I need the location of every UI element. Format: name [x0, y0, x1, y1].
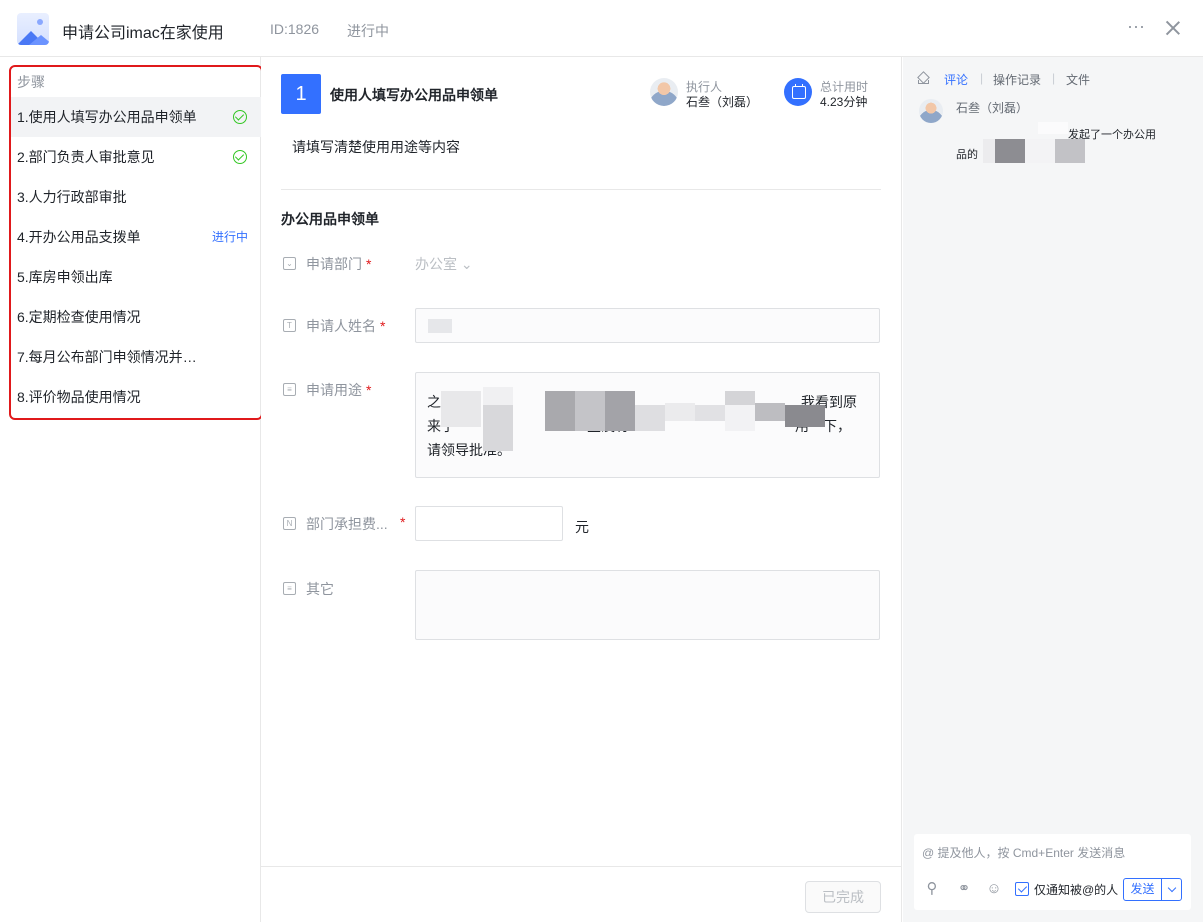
calendar-icon: [784, 78, 812, 106]
check-circle-icon: [233, 110, 247, 124]
tab-files[interactable]: 文件: [1066, 71, 1090, 88]
notify-mentioned-label: 仅通知被@的人: [1034, 883, 1119, 897]
applicant-name-input[interactable]: [415, 308, 880, 343]
assignee-avatar: [650, 78, 678, 106]
task-id: ID:1826: [270, 21, 320, 37]
cost-unit: 元: [575, 519, 589, 535]
purpose-text: 之我看到原 来子 室没有 用一下， 请领导批准。: [427, 394, 857, 458]
close-icon[interactable]: [1163, 18, 1183, 38]
step-label: 2.部门负责人审批意见: [17, 149, 155, 165]
form-title: 办公用品申领单: [281, 211, 379, 227]
textarea-field-icon: ≡: [283, 383, 296, 396]
divider: [281, 189, 881, 190]
step-label: 8.评价物品使用情况: [17, 389, 141, 405]
field-label-dept: 申请部门 *: [306, 256, 372, 272]
step-label: 7.每月公布部门申领情况并扣除部...: [17, 349, 207, 365]
step-status-badge: 进行中: [211, 230, 248, 244]
detail-footer: 已完成: [261, 866, 901, 922]
comment-text: 发起了一个办公用 品的: [956, 129, 1156, 161]
comment-author: 石叁（刘磊）: [956, 101, 1029, 115]
step-label: 5.库房申领出库: [17, 269, 113, 285]
attachment-icon[interactable]: ⚲: [924, 881, 940, 897]
assignee-name: 石叁（刘磊）: [686, 95, 759, 109]
send-button[interactable]: 发送: [1123, 878, 1162, 901]
dropdown-field-icon: ⌄: [283, 257, 296, 270]
field-label-name: 申请人姓名 *: [306, 318, 386, 334]
step-label: 1.使用人填写办公用品申领单: [17, 109, 197, 125]
comments-panel: 评论 | 操作记录 | 文件 石叁（刘磊） 发起了一个办公用 品的 @ 提及他人…: [903, 57, 1203, 922]
steps-heading: 步骤: [17, 74, 45, 90]
step-item-7[interactable]: 7.每月公布部门申领情况并扣除部...: [11, 337, 261, 377]
tab-separator: |: [1052, 71, 1056, 85]
other-textarea[interactable]: [415, 570, 880, 640]
step-item-5[interactable]: 5.库房申领出库: [11, 257, 261, 297]
header-bar: 申请公司imac在家使用 ID:1826 进行中 ···: [0, 0, 1203, 57]
step-item-1[interactable]: 1.使用人填写办公用品申领单: [11, 97, 261, 137]
completed-button[interactable]: 已完成: [805, 881, 881, 913]
steps-sidebar: 步骤 1.使用人填写办公用品申领单 2.部门负责人审批意见 3.人力行政部审批 …: [0, 57, 263, 922]
notify-mentioned-checkbox[interactable]: [1015, 882, 1029, 896]
step-item-8[interactable]: 8.评价物品使用情况: [11, 377, 261, 417]
dept-select[interactable]: 办公室 ⌄: [415, 254, 473, 274]
tab-separator: |: [980, 71, 984, 85]
tab-comments[interactable]: 评论: [944, 71, 968, 88]
app-image-icon: [17, 13, 49, 45]
more-options-icon[interactable]: ···: [1127, 16, 1145, 40]
step-name: 使用人填写办公用品申领单: [330, 87, 498, 103]
layers-icon: [917, 72, 929, 84]
step-detail-panel: 1 使用人填写办公用品申领单 执行人 石叁（刘磊） 总计用时 4.23分钟 请填…: [261, 57, 902, 922]
required-mark: *: [400, 514, 406, 530]
textarea-field-icon: ≡: [283, 582, 296, 595]
tab-activity-log[interactable]: 操作记录: [993, 71, 1041, 88]
step-item-3[interactable]: 3.人力行政部审批: [11, 177, 261, 217]
step-description: 请填写清楚使用用途等内容: [292, 139, 460, 155]
step-item-6[interactable]: 6.定期检查使用情况: [11, 297, 261, 337]
page-title: 申请公司imac在家使用: [62, 25, 224, 42]
comment-composer[interactable]: @ 提及他人，按 Cmd+Enter 发送消息 ⚲ ⚭ ☺ 仅通知被@的人 发送: [914, 834, 1191, 910]
cost-input[interactable]: [415, 506, 563, 541]
link-icon[interactable]: ⚭: [956, 881, 972, 897]
field-label-other: 其它: [306, 581, 334, 597]
field-label-purpose: 申请用途 *: [306, 382, 372, 398]
step-label: 3.人力行政部审批: [17, 189, 127, 205]
total-time-value: 4.23分钟: [820, 95, 868, 109]
emoji-icon[interactable]: ☺: [986, 881, 1002, 897]
step-item-2[interactable]: 2.部门负责人审批意见: [11, 137, 261, 177]
text-field-icon: T: [283, 319, 296, 332]
number-field-icon: N: [283, 517, 296, 530]
step-item-4[interactable]: 4.开办公用品支拨单 进行中: [11, 217, 261, 257]
step-label: 4.开办公用品支拨单: [17, 229, 141, 245]
step-label: 6.定期检查使用情况: [17, 309, 141, 325]
chevron-down-icon[interactable]: [1161, 878, 1182, 901]
check-circle-icon: [233, 150, 247, 164]
field-label-cost: 部门承担费...: [306, 516, 388, 532]
composer-placeholder: @ 提及他人，按 Cmd+Enter 发送消息: [922, 846, 1126, 860]
step-number-badge: 1: [281, 74, 321, 114]
task-status: 进行中: [347, 23, 389, 39]
avatar: [919, 99, 943, 123]
